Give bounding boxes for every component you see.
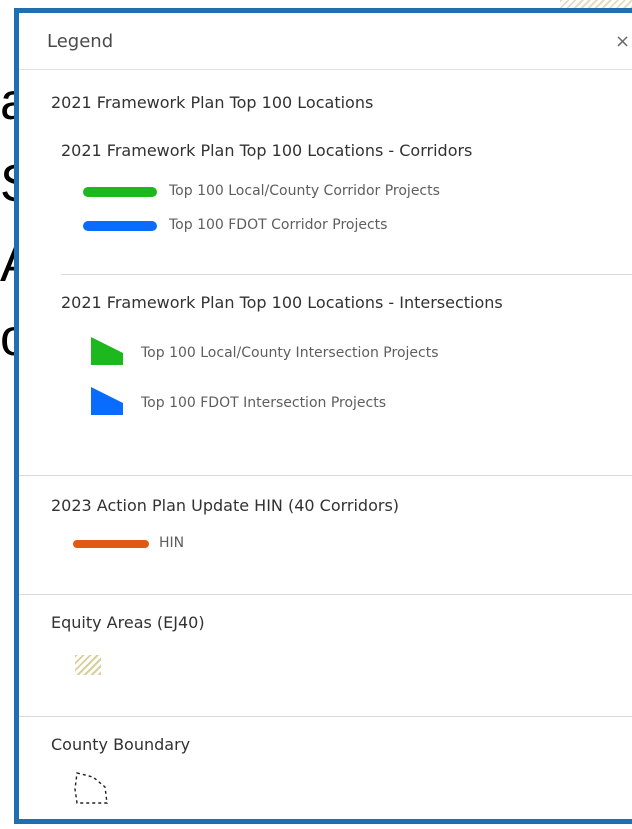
legend-swatch-local-corridor [83, 187, 157, 197]
legend-item-label: Top 100 Local/County Corridor Projects [169, 183, 440, 199]
layer-title-equity: Equity Areas (EJ40) [51, 613, 205, 632]
legend-swatch-hin [73, 540, 149, 548]
legend-item-label: Top 100 FDOT Corridor Projects [169, 217, 388, 233]
close-icon[interactable]: × [615, 31, 630, 52]
layer-title-top100: 2021 Framework Plan Top 100 Locations [51, 93, 374, 112]
legend-swatch-local-intersection [91, 337, 123, 365]
legend-item-label: Top 100 Local/County Intersection Projec… [141, 345, 439, 361]
legend-item-label: HIN [159, 535, 185, 551]
legend-header: Legend × [19, 13, 632, 70]
legend-item-label: Top 100 FDOT Intersection Projects [141, 395, 387, 411]
legend-swatch-fdot-intersection [91, 387, 123, 415]
legend-title: Legend [47, 31, 114, 52]
divider [19, 594, 632, 595]
legend-swatch-county-boundary [74, 772, 108, 804]
legend-swatch-fdot-corridor [83, 221, 157, 231]
sublayer-title-intersections: 2021 Framework Plan Top 100 Locations - … [61, 293, 503, 312]
divider [19, 475, 632, 476]
sublayer-title-corridors: 2021 Framework Plan Top 100 Locations - … [61, 141, 473, 160]
legend-swatch-equity-hatch [75, 655, 101, 675]
legend-panel: Legend × 2021 Framework Plan Top 100 Loc… [14, 8, 632, 824]
divider [61, 274, 632, 275]
layer-title-county: County Boundary [51, 735, 191, 754]
layer-title-hin: 2023 Action Plan Update HIN (40 Corridor… [51, 496, 400, 515]
divider [19, 716, 632, 717]
